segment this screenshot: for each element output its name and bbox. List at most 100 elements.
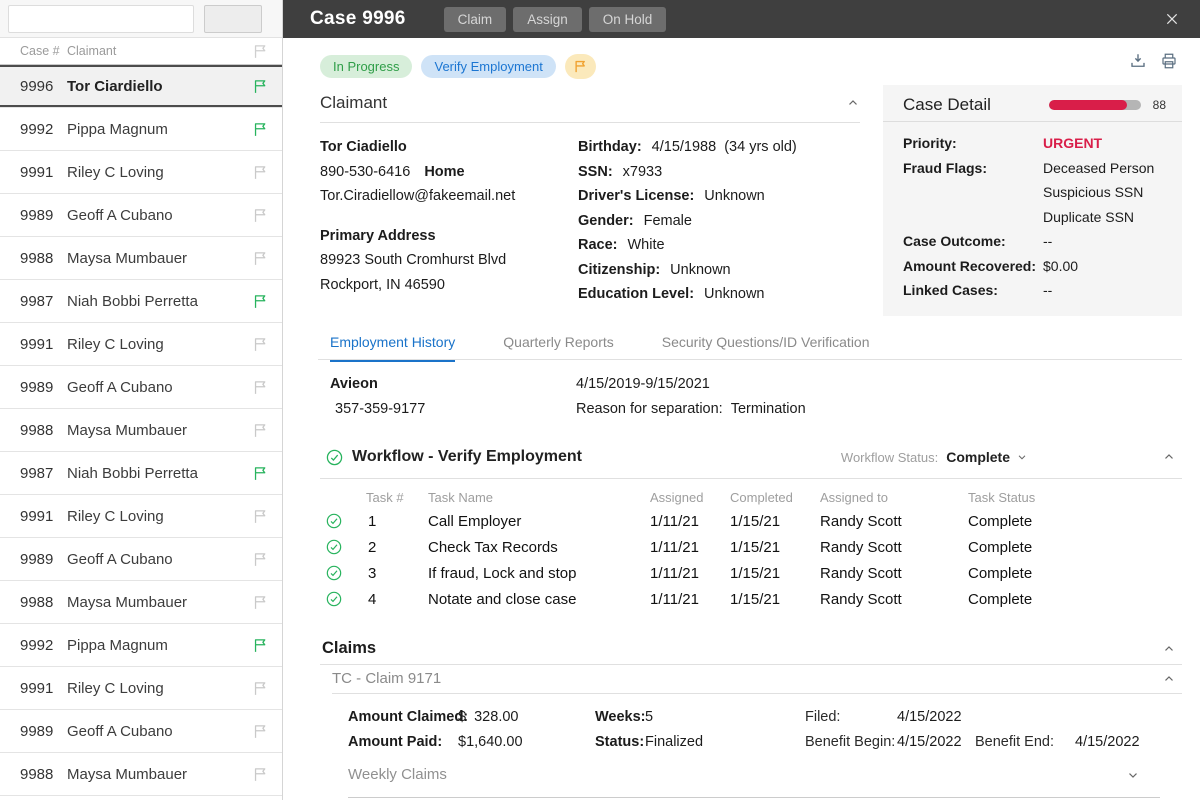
workflow-section-header: Workflow - Verify Employment Workflow St… — [326, 448, 1176, 466]
case-detail-field-row: Amount Recovered: $0.00 — [903, 254, 1174, 279]
flag-icon[interactable] — [238, 508, 282, 525]
case-list-row[interactable]: 9991 Riley C Loving — [0, 667, 282, 710]
case-number: 9991 — [20, 679, 54, 697]
claimant-name: Riley C Loving — [67, 679, 164, 697]
case-list-row[interactable]: 9988 Maysa Mumbauer — [0, 581, 282, 624]
field-label: Birthday: — [578, 139, 642, 155]
claimant-email: Tor.Ciradiellow@fakeemail.net — [320, 188, 516, 204]
flag-icon[interactable] — [238, 207, 282, 224]
case-number: 9987 — [20, 292, 54, 310]
case-detail-title: Case Detail — [903, 95, 991, 114]
tab-item[interactable]: Employment History — [330, 334, 456, 362]
collapse-claim-item-icon[interactable] — [1162, 672, 1176, 686]
tab-item[interactable]: Quarterly Reports — [503, 334, 613, 362]
task-assigned-date: 1/11/21 — [650, 590, 699, 608]
case-list-row[interactable]: 9988 Maysa Mumbauer — [0, 237, 282, 280]
task-assigned-date: 1/11/21 — [650, 564, 699, 582]
collapse-claimant-icon[interactable] — [846, 96, 860, 110]
flag-icon[interactable] — [238, 551, 282, 568]
flag-icon[interactable] — [238, 293, 282, 310]
case-list-row[interactable]: 9988 Maysa Mumbauer — [0, 409, 282, 452]
flag-icon[interactable] — [238, 336, 282, 353]
case-list-row[interactable]: 9991 Riley C Loving — [0, 323, 282, 366]
workflow-status-control[interactable]: Workflow Status: Complete — [841, 449, 1028, 465]
flag-icon[interactable] — [238, 594, 282, 611]
expand-weekly-claims-icon[interactable] — [1126, 768, 1140, 782]
case-list-row[interactable]: 9988 Maysa Mumbauer — [0, 753, 282, 796]
close-icon[interactable] — [1164, 11, 1180, 27]
case-list-row[interactable]: 9987 Niah Bobbi Perretta — [0, 280, 282, 323]
case-list: 9996 Tor Ciardiello 9992 Pippa Magnum 99 — [0, 65, 282, 796]
phone-type-label: Home — [424, 163, 465, 180]
flag-icon[interactable] — [238, 766, 282, 783]
case-list-row[interactable]: 9987 Niah Bobbi Perretta — [0, 452, 282, 495]
claim-item-title: TC - Claim 9171 — [332, 670, 442, 687]
case-list-row[interactable]: 9991 Riley C Loving — [0, 151, 282, 194]
on-hold-button[interactable]: On Hold — [588, 6, 667, 32]
flag-icon[interactable] — [238, 422, 282, 439]
flag-icon[interactable] — [238, 164, 282, 181]
case-list-row[interactable]: 9989 Geoff A Cubano — [0, 366, 282, 409]
case-number: 9989 — [20, 206, 54, 224]
task-assigned-date: 1/11/21 — [650, 538, 699, 556]
claim-details: Amount Claimed: $ 328.00 Weeks: 5 Filed:… — [348, 704, 1182, 754]
tab-item[interactable]: Security Questions/ID Verification — [662, 334, 870, 362]
case-badges: In Progress Verify Employment — [320, 54, 596, 79]
case-list-row[interactable]: 9992 Pippa Magnum — [0, 108, 282, 151]
case-list-sidebar: Case # Claimant 9996 Tor Ciardiello 9992… — [0, 0, 283, 800]
claimant-contact-block: Tor Ciadiello 890-530-6416 Home Tor.Cirad… — [320, 135, 515, 297]
case-score-progress-fill — [1048, 100, 1127, 110]
claimant-name: Riley C Loving — [67, 335, 164, 353]
case-list-row[interactable]: 9996 Tor Ciardiello — [0, 65, 282, 108]
flag-icon[interactable] — [238, 379, 282, 396]
employment-period: 4/15/2019-9/15/2021 — [576, 376, 710, 392]
employer-name: Avieon — [330, 376, 378, 392]
address-line-2: Rockport, IN 46590 — [320, 276, 445, 293]
task-number: 3 — [368, 564, 377, 582]
claimant-section-header: Claimant — [320, 93, 860, 113]
claimant-name: Pippa Magnum — [67, 120, 168, 138]
case-detail-field-row: Fraud Flags: Deceased Person Suspicious … — [903, 156, 1174, 230]
employment-history-content: Avieon 4/15/2019-9/15/2021 357-359-9177 … — [330, 372, 806, 422]
detail-tabs: Employment History Quarterly Reports Sec… — [330, 334, 870, 362]
amount-paid-value: $1,640.00 — [458, 733, 523, 750]
case-list-row[interactable]: 9989 Geoff A Cubano — [0, 538, 282, 581]
collapse-workflow-icon[interactable] — [1162, 450, 1176, 464]
case-list-row[interactable]: 9991 Riley C Loving — [0, 495, 282, 538]
search-button[interactable] — [204, 4, 262, 33]
collapse-claims-icon[interactable] — [1162, 642, 1176, 656]
case-search-input[interactable] — [8, 4, 194, 33]
field-value: x7933 — [622, 163, 663, 180]
case-number-column-header: Case # — [20, 44, 60, 58]
flag-icon[interactable] — [238, 723, 282, 740]
flag-icon[interactable] — [238, 637, 282, 654]
print-icon[interactable] — [1160, 52, 1178, 70]
case-list-row[interactable]: 9992 Pippa Magnum — [0, 624, 282, 667]
task-assignee: Randy Scott — [820, 590, 902, 608]
case-header-bar: Case 9996 Claim Assign On Hold — [283, 0, 1200, 38]
claimant-name: Riley C Loving — [67, 163, 164, 181]
download-icon[interactable] — [1129, 52, 1147, 70]
field-label: Education Level: — [578, 286, 695, 302]
field-value: Unknown — [704, 286, 765, 302]
col-task-num: Task # — [366, 489, 404, 505]
flag-icon[interactable] — [238, 465, 282, 482]
field-value: Deceased Person Suspicious SSN Duplicate… — [1043, 159, 1155, 225]
claimant-name: Geoff A Cubano — [67, 722, 173, 740]
flag-icon[interactable] — [238, 250, 282, 267]
flag-icon[interactable] — [238, 680, 282, 697]
claim-button[interactable]: Claim — [443, 6, 507, 32]
case-list-row[interactable]: 9989 Geoff A Cubano — [0, 194, 282, 237]
task-check-icon — [326, 565, 342, 581]
case-number: 9992 — [20, 636, 54, 654]
flag-icon[interactable] — [238, 121, 282, 138]
task-status: Complete — [968, 590, 1033, 608]
field-label: Citizenship: — [578, 261, 661, 278]
assign-button[interactable]: Assign — [513, 6, 582, 32]
case-list-row[interactable]: 9989 Geoff A Cubano — [0, 710, 282, 753]
chevron-down-icon[interactable] — [1016, 451, 1028, 463]
field-label: Driver's License: — [578, 188, 695, 204]
flag-icon[interactable] — [238, 78, 282, 95]
field-label: Fraud Flags: — [903, 159, 988, 176]
flagged-badge[interactable] — [564, 54, 596, 79]
